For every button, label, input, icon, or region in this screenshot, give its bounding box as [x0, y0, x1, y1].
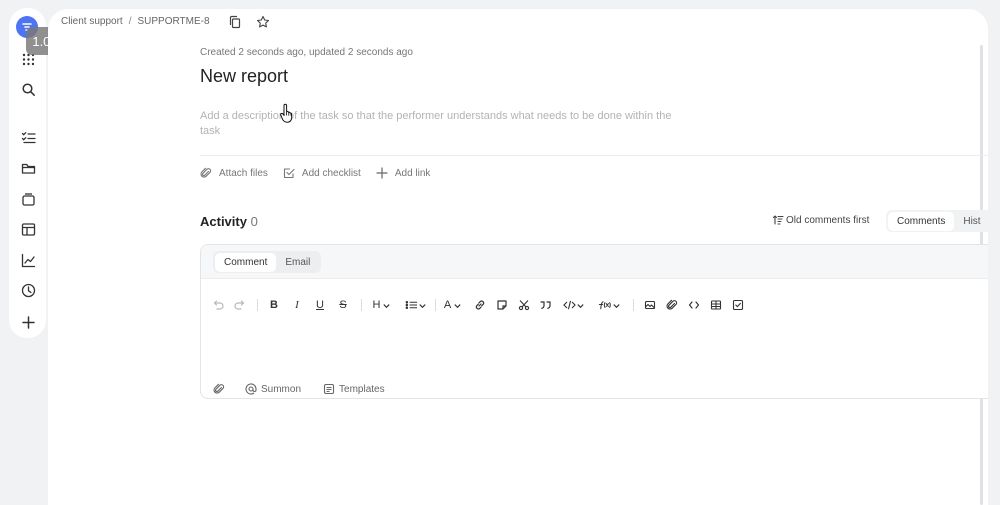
activity-view-tabs: Comments Hist [886, 210, 988, 232]
italic-button[interactable]: I [291, 297, 303, 313]
function-icon [598, 301, 611, 310]
toolbar-separator [257, 299, 258, 311]
table-icon[interactable] [709, 297, 723, 313]
search-icon[interactable] [17, 78, 39, 100]
paperclip-icon [213, 383, 225, 394]
task-title[interactable]: New report [200, 66, 288, 87]
add-icon[interactable] [17, 311, 39, 333]
tasks-list-icon[interactable] [17, 126, 39, 148]
underline-button[interactable]: U [313, 297, 327, 313]
attach-files-button[interactable]: Attach files [200, 167, 268, 179]
checklist-icon [283, 168, 295, 179]
code-icon [563, 300, 576, 310]
folder-icon[interactable] [17, 157, 39, 179]
add-link-button[interactable]: Add link [376, 167, 431, 179]
activity-label: Activity [200, 214, 247, 229]
attachment-icon[interactable] [665, 297, 679, 313]
text-color-label: A [443, 299, 452, 311]
quote-icon[interactable] [539, 297, 553, 313]
templates-label: Templates [339, 383, 385, 395]
boards-icon[interactable] [17, 218, 39, 240]
add-checklist-label: Add checklist [301, 167, 361, 179]
left-sidebar: 1.00 [0, 0, 64, 505]
queues-icon[interactable] [17, 188, 39, 210]
chevron-down-icon [383, 303, 391, 308]
paperclip-icon [200, 167, 212, 178]
summon-button[interactable]: Summon [245, 383, 301, 395]
bullet-list-icon [405, 300, 418, 310]
editor-footer: Summon Templates [213, 383, 407, 395]
editor-header: Comment Email [201, 245, 988, 279]
undo-icon[interactable] [211, 297, 225, 313]
breadcrumb-parent[interactable]: Client support [61, 16, 123, 27]
tab-comment[interactable]: Comment [215, 252, 277, 272]
at-sign-icon [245, 383, 257, 395]
task-card: Client support / SUPPORTME-8 Created 2 s… [48, 9, 988, 505]
code-dropdown[interactable] [561, 297, 587, 313]
tab-email[interactable]: Email [276, 253, 319, 272]
breadcrumb: Client support / SUPPORTME-8 [61, 16, 210, 27]
chevron-down-icon [419, 303, 426, 308]
tab-comments[interactable]: Comments [888, 211, 955, 231]
add-checklist-button[interactable]: Add checklist [283, 167, 361, 179]
heading-dropdown[interactable]: H [369, 297, 395, 313]
comment-editor[interactable]: Comment Email B I U S H A Summon Templat… [200, 244, 988, 399]
redo-icon[interactable] [233, 297, 247, 313]
description-placeholder[interactable]: Add a description of the task so that th… [200, 109, 690, 139]
add-link-label: Add link [394, 167, 431, 179]
task-meta: Created 2 seconds ago, updated 2 seconds… [200, 47, 413, 58]
toolbar-separator [435, 299, 436, 311]
attach-files-label: Attach files [219, 167, 268, 179]
heading-label: H [372, 299, 381, 311]
tab-history[interactable]: Hist [954, 212, 988, 231]
chevron-down-icon [454, 303, 461, 308]
toolbar-separator [361, 299, 362, 311]
star-icon[interactable] [256, 15, 270, 29]
sort-comments-button[interactable]: Old comments first [772, 214, 869, 226]
chevron-down-icon [613, 303, 620, 308]
breadcrumb-separator: / [128, 16, 132, 27]
note-icon[interactable] [495, 297, 509, 313]
dashboards-icon[interactable] [17, 249, 39, 271]
chevron-down-icon [577, 303, 584, 308]
list-dropdown[interactable] [403, 297, 429, 313]
editor-attach-button[interactable] [213, 383, 229, 395]
activity-count: 0 [250, 214, 258, 229]
image-icon[interactable] [643, 297, 657, 313]
strikethrough-button[interactable]: S [336, 297, 350, 313]
link-icon[interactable] [473, 297, 487, 313]
checkbox-icon[interactable] [731, 297, 745, 313]
text-color-dropdown[interactable]: A [441, 297, 465, 313]
plus-icon [376, 167, 388, 179]
cut-icon[interactable] [517, 297, 531, 313]
templates-button[interactable]: Templates [323, 383, 385, 395]
breadcrumb-current[interactable]: SUPPORTME-8 [137, 16, 209, 27]
copy-icon[interactable] [228, 15, 242, 29]
toolbar-separator [633, 299, 634, 311]
template-icon [323, 383, 335, 395]
activity-heading: Activity 0 [200, 214, 258, 229]
task-actions: Attach files Add checklist Add link [200, 167, 445, 179]
formula-dropdown[interactable] [595, 297, 623, 313]
summon-label: Summon [261, 383, 302, 395]
divider [200, 155, 988, 156]
time-tracking-icon[interactable] [17, 279, 39, 301]
embed-code-icon[interactable] [687, 297, 701, 313]
sort-icon [772, 215, 784, 225]
bold-button[interactable]: B [267, 297, 281, 313]
editor-mode-tabs: Comment Email [213, 251, 322, 273]
sort-label: Old comments first [786, 214, 870, 226]
